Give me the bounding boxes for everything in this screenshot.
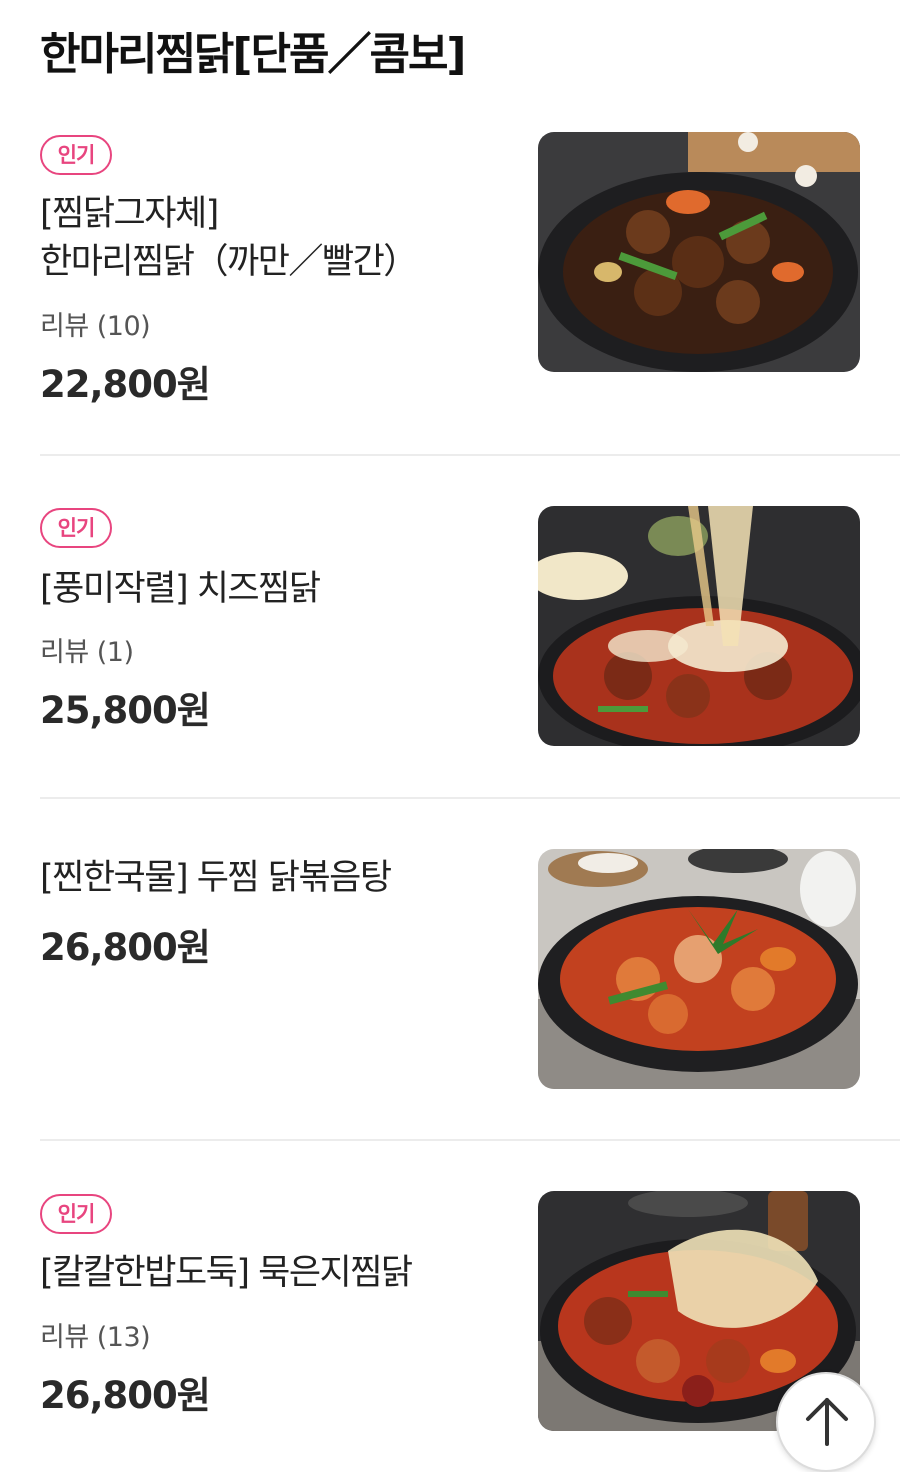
review-count: 리뷰 (13) xyxy=(40,1322,151,1353)
scroll-to-top-button[interactable] xyxy=(776,1372,876,1472)
menu-item-name: [칼칼한밥도둑] 묵은지찜닭 xyxy=(40,1249,510,1297)
menu-item-price: 26,800원 xyxy=(40,1374,211,1417)
menu-item[interactable]: 인기 [칼칼한밥도둑] 묵은지찜닭 리뷰 (13) 26,800원 xyxy=(0,0,900,1455)
menu-item-name-line: [칼칼한밥도둑] 묵은지찜닭 xyxy=(40,1253,413,1293)
popular-badge: 인기 xyxy=(40,1194,112,1234)
menu-list: 인기 [찜닭그자체] 한마리찜닭（까만／빨간） 리뷰 (10) 22,800원 xyxy=(0,0,900,1455)
arrow-up-icon xyxy=(806,1398,848,1446)
